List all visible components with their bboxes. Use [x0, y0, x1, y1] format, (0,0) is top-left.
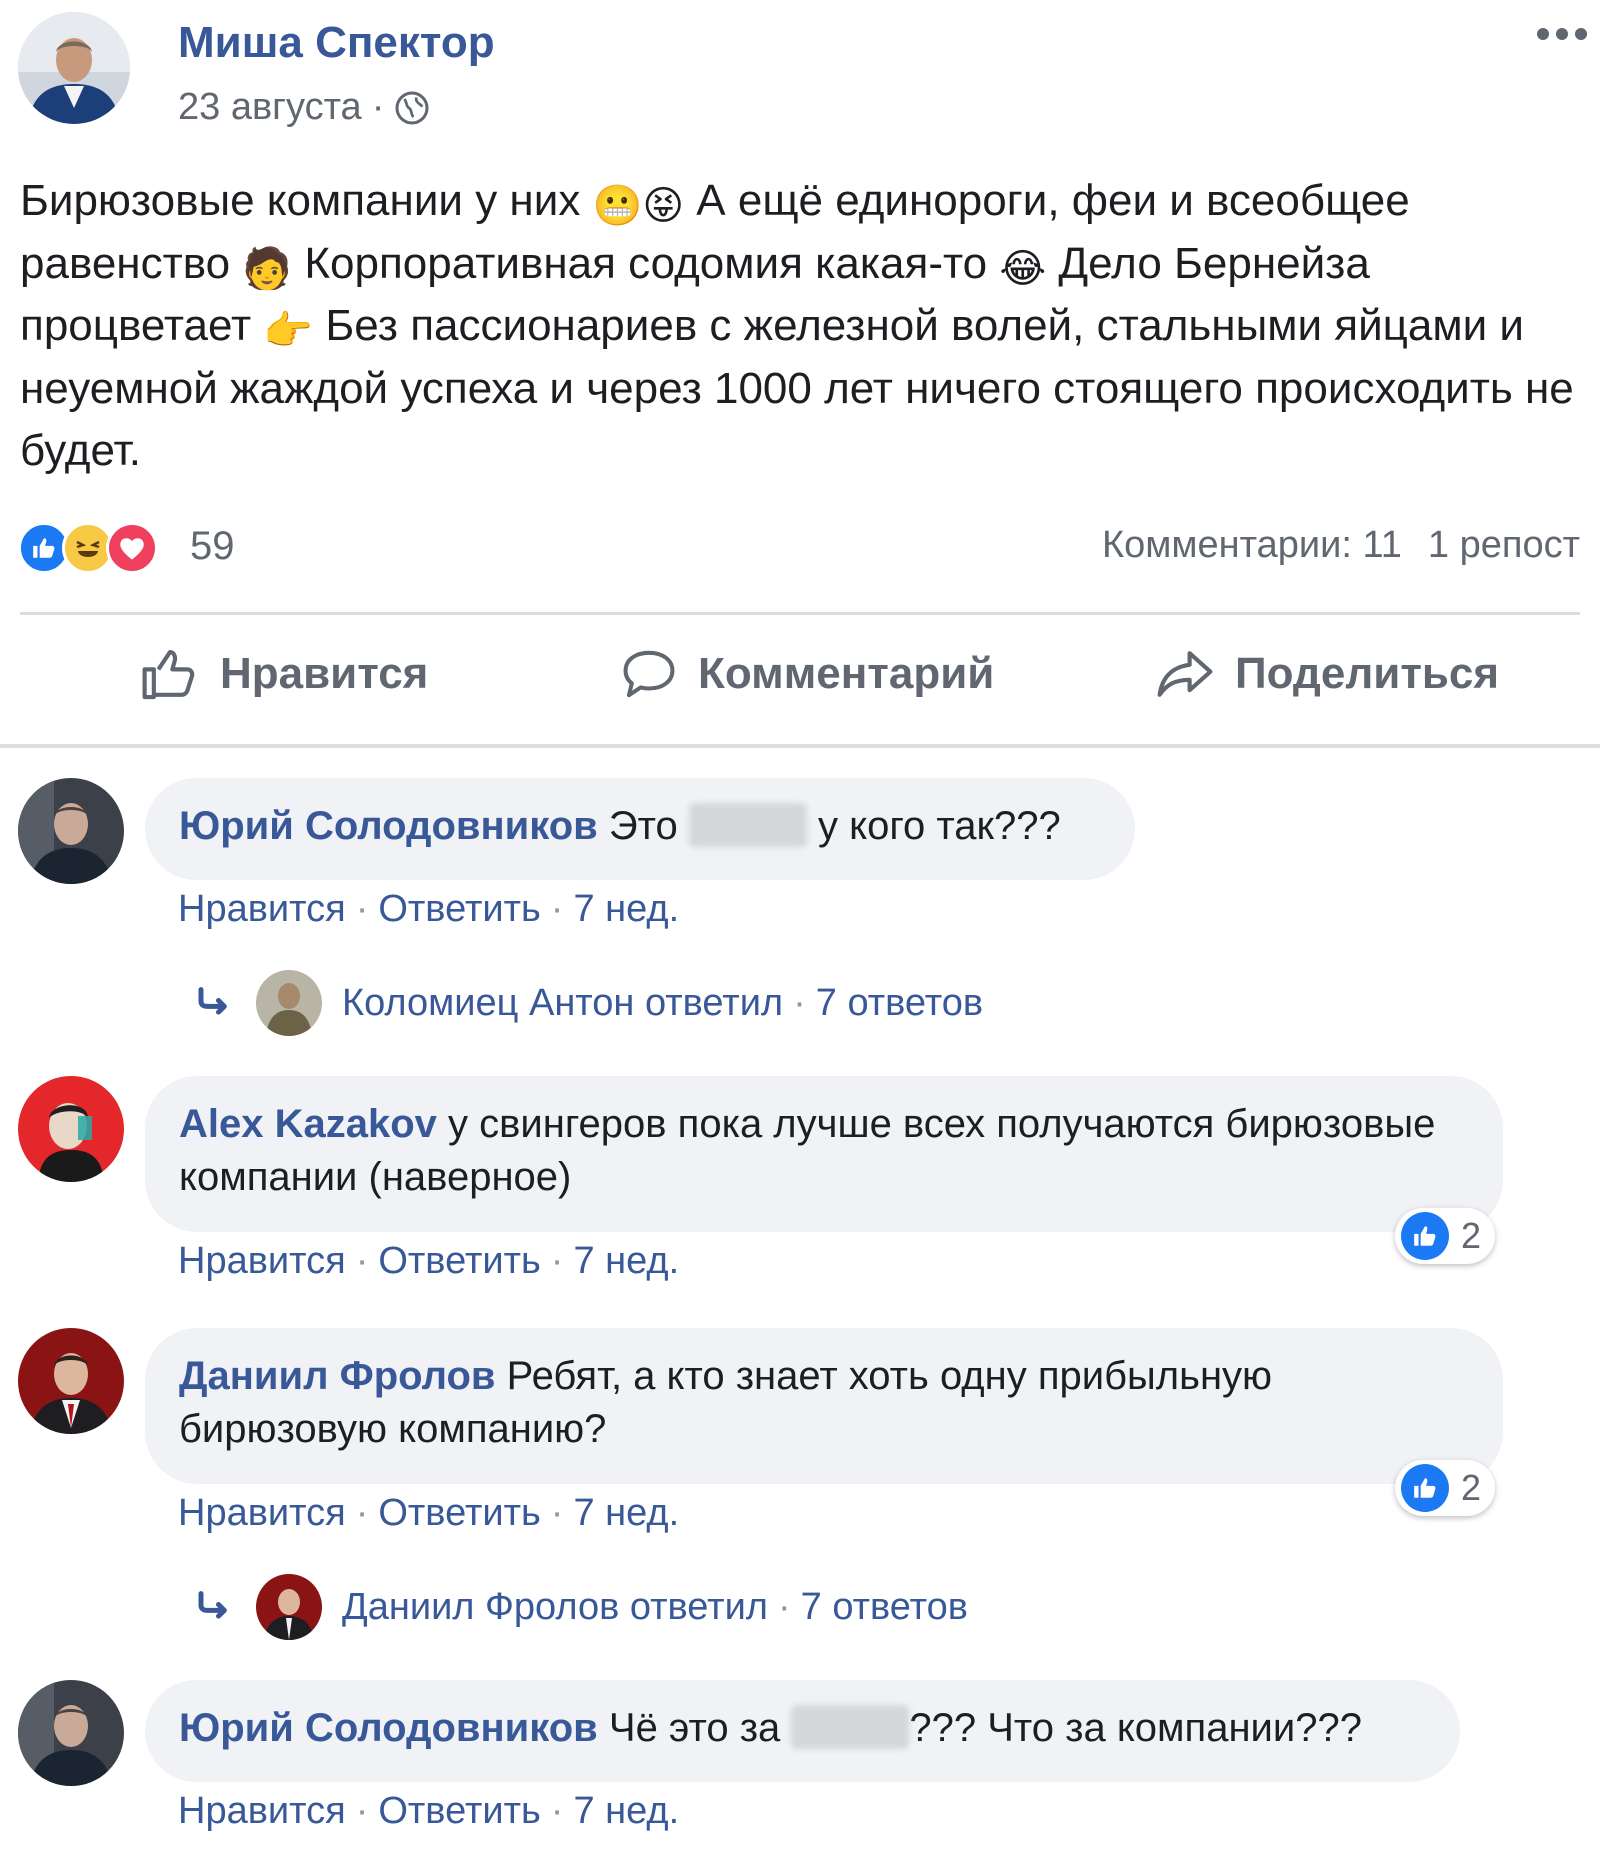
- comment-author[interactable]: Alex Kazakov: [179, 1102, 437, 1146]
- meta-separator: ·: [777, 1585, 791, 1628]
- divider: [20, 612, 1580, 615]
- comment-like-badge[interactable]: 2: [1395, 1460, 1496, 1516]
- redacted-word: [791, 1705, 910, 1749]
- replies-count: 7 ответов: [815, 981, 984, 1024]
- comment-reply-link[interactable]: Ответить: [378, 1240, 540, 1282]
- comment-time[interactable]: 7 нед.: [573, 1790, 679, 1832]
- person-emoji-icon: 🧑: [242, 246, 293, 291]
- replier-avatar: [256, 1574, 322, 1640]
- love-reaction-icon: [106, 522, 158, 574]
- avatar-portrait-image: [18, 12, 130, 124]
- meta-separator: ·: [550, 1790, 564, 1832]
- meta-separator: ·: [355, 1790, 369, 1832]
- like-button[interactable]: Нравится: [140, 646, 428, 702]
- commenter-avatar[interactable]: [18, 778, 124, 884]
- post-date[interactable]: 23 августа: [178, 86, 362, 129]
- replier-avatar: [256, 970, 322, 1036]
- meta-separator: ·: [550, 888, 564, 930]
- meta-separator: ·: [355, 1492, 369, 1534]
- comment-meta: Нравится · Ответить · 7 нед.: [178, 1240, 679, 1283]
- post-stats: Комментарии: 11 1 репост: [1102, 524, 1580, 567]
- replies-link[interactable]: Даниил Фролов ответил · 7 ответов: [196, 1574, 968, 1640]
- meta-separator: ·: [355, 888, 369, 930]
- comment-like-link[interactable]: Нравится: [178, 1790, 346, 1832]
- avatar-portrait-image: [18, 778, 124, 884]
- author-avatar[interactable]: [18, 12, 130, 124]
- comment-author[interactable]: Юрий Солодовников: [179, 804, 598, 848]
- divider: [0, 744, 1600, 748]
- comment-meta: Нравится · Ответить · 7 нед.: [178, 1790, 679, 1833]
- redacted-word: [688, 803, 807, 847]
- comment-reply-link[interactable]: Ответить: [378, 888, 540, 930]
- tongue-emoji-icon: 😝: [642, 184, 685, 228]
- comment-text: ??? Что за компании???: [909, 1706, 1362, 1750]
- more-dots-icon: [1537, 28, 1587, 40]
- pointing-hand-emoji-icon: 👉: [263, 309, 314, 353]
- comments-count-link[interactable]: Комментарии: 11: [1102, 524, 1402, 567]
- comment-meta: Нравится · Ответить · 7 нед.: [178, 1492, 679, 1535]
- comment-like-badge[interactable]: 2: [1395, 1208, 1496, 1264]
- comment-time[interactable]: 7 нед.: [573, 1492, 679, 1534]
- reply-arrow-icon: [198, 1591, 227, 1619]
- reaction-icons[interactable]: [18, 522, 158, 576]
- comment-reply-link[interactable]: Ответить: [378, 1790, 540, 1832]
- avatar-portrait-image: [18, 1328, 124, 1434]
- like-reaction-icon: [1401, 1212, 1449, 1260]
- like-button-label: Нравится: [220, 649, 429, 698]
- replies-link[interactable]: Коломиец Антон ответил · 7 ответов: [196, 970, 983, 1036]
- comment-bubble: Юрий Солодовников Это у кого так???: [145, 778, 1135, 880]
- share-button[interactable]: Поделиться: [1155, 646, 1499, 702]
- replies-count: 7 ответов: [800, 1585, 968, 1628]
- commenter-avatar[interactable]: [18, 1680, 124, 1786]
- more-options-button[interactable]: [1532, 14, 1592, 54]
- replies-author-text: Даниил Фролов ответил: [342, 1585, 768, 1628]
- commenter-avatar[interactable]: [18, 1328, 124, 1434]
- comment-like-count: 2: [1461, 1467, 1482, 1508]
- globe-icon[interactable]: [394, 90, 430, 126]
- post-text-part: Бирюзовые компании у них: [20, 176, 593, 225]
- meta-separator: ·: [371, 86, 385, 128]
- meta-separator: ·: [550, 1492, 564, 1534]
- speech-bubble-icon: [623, 650, 675, 698]
- commenter-avatar[interactable]: [18, 1076, 124, 1182]
- reply-arrow-icon: [198, 987, 227, 1015]
- reaction-count[interactable]: 59: [190, 524, 235, 569]
- comment-bubble: Юрий Солодовников Чё это за ??? Что за к…: [145, 1680, 1460, 1782]
- comment-bubble: Даниил Фролов Ребят, а кто знает хоть од…: [145, 1328, 1503, 1484]
- thumbs-up-icon: [142, 649, 195, 700]
- tears-of-joy-emoji-icon: 😂: [999, 246, 1047, 291]
- comment-text: Это: [608, 804, 678, 848]
- meta-separator: ·: [793, 981, 806, 1024]
- comment-button[interactable]: Комментарий: [620, 646, 994, 702]
- comment-text: у кого так???: [818, 804, 1061, 848]
- comment-time[interactable]: 7 нед.: [573, 888, 679, 930]
- comment-author[interactable]: Даниил Фролов: [179, 1354, 496, 1398]
- comment-like-count: 2: [1461, 1215, 1482, 1256]
- replies-author-text: Коломиец Антон ответил: [342, 981, 784, 1024]
- post-text: Бирюзовые компании у них 😬😝 А ещё единор…: [20, 170, 1585, 483]
- comment-bubble: Alex Kazakov у свингеров пока лучше всех…: [145, 1076, 1503, 1232]
- comment-like-link[interactable]: Нравится: [178, 1492, 346, 1534]
- comment-meta: Нравится · Ответить · 7 нед.: [178, 888, 679, 931]
- share-arrow-icon: [1157, 651, 1213, 697]
- meta-separator: ·: [355, 1240, 369, 1282]
- avatar-portrait-image: [18, 1076, 124, 1182]
- post-meta-row: 23 августа ·: [178, 86, 430, 129]
- comment-like-link[interactable]: Нравится: [178, 1240, 346, 1282]
- comment-author[interactable]: Юрий Солодовников: [179, 1706, 598, 1750]
- comment-text: Чё это за: [608, 1706, 781, 1750]
- comment-time[interactable]: 7 нед.: [573, 1240, 679, 1282]
- meta-separator: ·: [550, 1240, 564, 1282]
- comment-like-link[interactable]: Нравится: [178, 888, 346, 930]
- comment-button-label: Комментарий: [698, 649, 995, 698]
- grimace-emoji-icon: 😬: [592, 184, 643, 228]
- post-text-part: Корпоративная содомия какая-то: [292, 238, 1000, 288]
- shares-count-link[interactable]: 1 репост: [1428, 524, 1580, 567]
- comment-reply-link[interactable]: Ответить: [378, 1492, 540, 1534]
- post-author-name[interactable]: Миша Спектор: [178, 18, 495, 68]
- like-reaction-icon: [1401, 1464, 1449, 1512]
- share-button-label: Поделиться: [1235, 649, 1500, 698]
- avatar-portrait-image: [18, 1680, 124, 1786]
